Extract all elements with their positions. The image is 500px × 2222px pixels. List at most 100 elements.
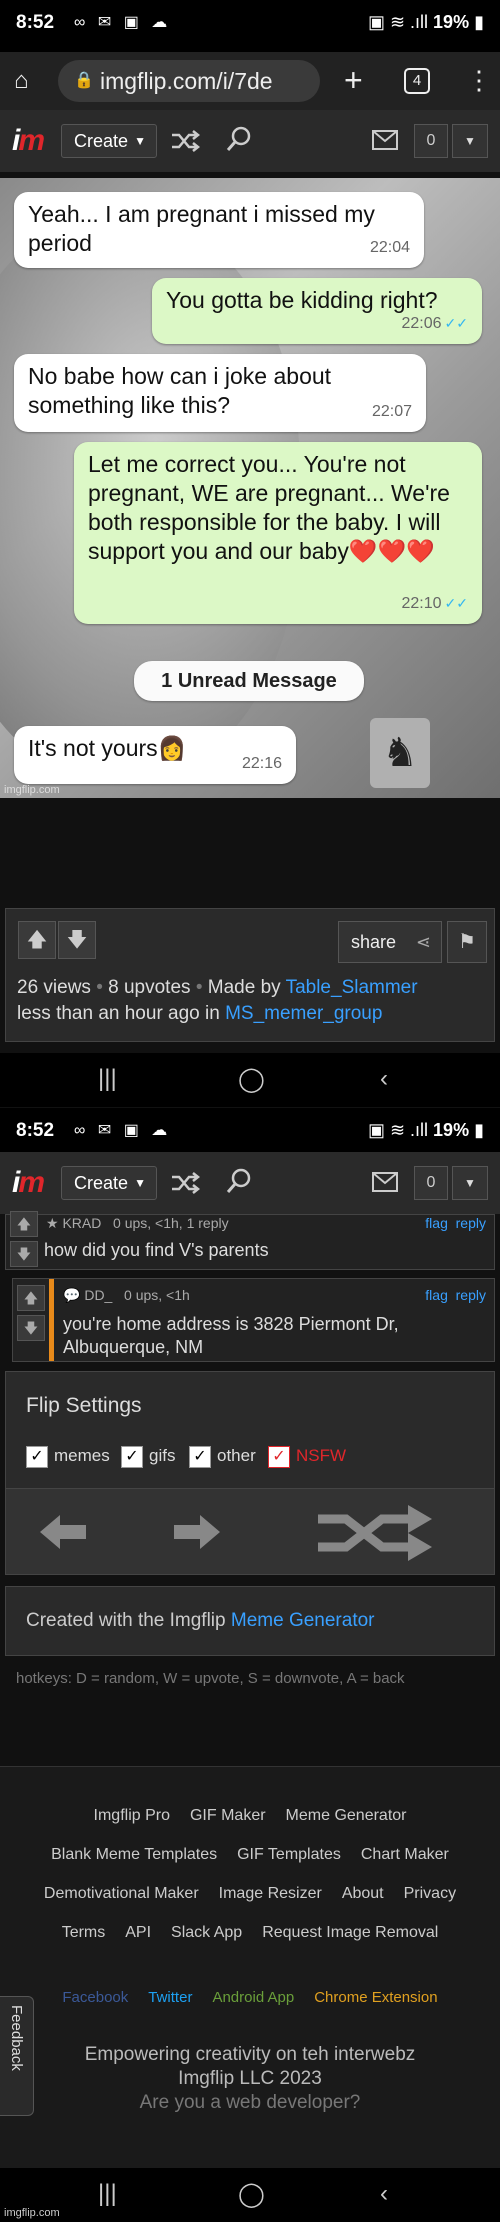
comment-avatar-icon: ★: [46, 1215, 59, 1231]
downvote-arrow-icon[interactable]: 🡇: [10, 1241, 38, 1267]
reply-link[interactable]: reply: [456, 1215, 486, 1231]
memes-checkbox[interactable]: ✓ memes: [26, 1444, 110, 1468]
search-icon[interactable]: [224, 124, 254, 154]
footer-link[interactable]: Meme Generator: [286, 1807, 407, 1824]
battery-icon: ▮: [474, 12, 484, 32]
comment-avatar-icon: 💬: [63, 1287, 81, 1303]
status-right: ▣ ≋ .ıll 19% ▮: [368, 1120, 484, 1141]
flip-settings-title: Flip Settings: [26, 1394, 142, 1417]
footer-link[interactable]: Slack App: [171, 1924, 242, 1941]
message-text: Yeah... I am pregnant i missed my period: [28, 201, 375, 256]
notification-icons: ∞ ✉ ▣ ☁: [74, 1122, 172, 1139]
footer-link[interactable]: GIF Maker: [190, 1807, 266, 1824]
create-dropdown[interactable]: Create ▼: [61, 1166, 157, 1200]
shuffle-icon[interactable]: [170, 126, 200, 156]
home-icon[interactable]: ⌂: [14, 67, 42, 95]
comment-1: 🡅 🡇 ★ KRAD 0 ups, <1h, 1 reply flag repl…: [5, 1211, 495, 1270]
address-bar[interactable]: 🔒 imgflip.com/i/7de: [58, 60, 320, 102]
user-menu-button[interactable]: ▼: [452, 124, 488, 158]
android-app-link[interactable]: Android App: [212, 1989, 294, 2006]
flag-link[interactable]: flag: [425, 1215, 448, 1231]
checkbox-label: NSFW: [296, 1446, 347, 1465]
stream-link[interactable]: MS_memer_group: [225, 1003, 382, 1024]
create-dropdown[interactable]: Create ▼: [61, 124, 157, 158]
comment-stats: 0 ups, <1h, 1 reply: [113, 1215, 229, 1231]
checkbox-label: gifs: [149, 1446, 176, 1465]
reply-link[interactable]: reply: [456, 1287, 486, 1303]
facebook-link[interactable]: Facebook: [62, 1989, 128, 2006]
share-button[interactable]: share ⋖: [338, 921, 442, 963]
random-shuffle-icon[interactable]: [318, 1505, 434, 1561]
op-highlight-bar: [49, 1279, 54, 1361]
downvote-arrow-icon[interactable]: 🡇: [17, 1315, 45, 1341]
footer-link[interactable]: Chart Maker: [361, 1846, 449, 1863]
battery-icon: ▮: [474, 1120, 484, 1140]
comment-user[interactable]: DD_: [84, 1287, 112, 1303]
url-text: imgflip.com/i/7de: [100, 68, 273, 94]
upvotes-count: 8 upvotes: [108, 977, 191, 998]
footer-link[interactable]: Image Resizer: [219, 1885, 322, 1902]
browser-toolbar: ⌂ 🔒 imgflip.com/i/7de + 4 ⋮: [0, 52, 500, 110]
footer-link[interactable]: Terms: [62, 1924, 106, 1941]
home-nav-icon[interactable]: ◯: [238, 2180, 265, 2209]
tab-switcher-button[interactable]: 4: [404, 68, 430, 94]
recent-apps-icon[interactable]: |||: [98, 2180, 117, 2208]
feedback-tab[interactable]: Feedback: [0, 1996, 34, 2116]
user-menu-button[interactable]: ▼: [452, 1166, 488, 1200]
upvote-arrow-icon[interactable]: 🡅: [17, 1285, 45, 1311]
comment-actions: flag reply: [425, 1215, 486, 1231]
new-tab-button[interactable]: +: [344, 62, 363, 98]
share-label: share: [351, 932, 397, 952]
comment-text: how did you find V's parents: [44, 1240, 269, 1260]
chrome-extension-link[interactable]: Chrome Extension: [314, 1989, 437, 2006]
comment-meta: 💬 DD_ 0 ups, <1h: [63, 1287, 190, 1304]
meme-image: Yeah... I am pregnant i missed my period…: [0, 178, 500, 798]
notification-count[interactable]: 0: [414, 124, 448, 158]
footer-link[interactable]: API: [125, 1924, 151, 1941]
comment-user[interactable]: KRAD: [62, 1215, 101, 1231]
checkmark-icon: ✓: [189, 1445, 211, 1468]
chat-bubble-3: No babe how can i joke about something l…: [14, 354, 426, 432]
footer-link[interactable]: Request Image Removal: [262, 1924, 438, 1941]
twitter-link[interactable]: Twitter: [148, 1989, 192, 2006]
notification-count[interactable]: 0: [414, 1166, 448, 1200]
footer-link[interactable]: Demotivational Maker: [44, 1885, 199, 1902]
flag-link[interactable]: flag: [425, 1287, 448, 1303]
footer-link[interactable]: Imgflip Pro: [94, 1807, 170, 1824]
footer-link[interactable]: GIF Templates: [237, 1846, 341, 1863]
next-arrow-icon[interactable]: [170, 1515, 220, 1549]
back-nav-icon[interactable]: ‹: [380, 2180, 388, 2208]
upvote-arrow-icon[interactable]: 🡅: [10, 1211, 38, 1237]
footer-row-4: Terms API Slack App Request Image Removal: [0, 1924, 500, 1942]
comment-actions: flag reply: [425, 1287, 486, 1303]
back-nav-icon[interactable]: ‹: [380, 1065, 388, 1093]
tagline: Empowering creativity on teh interwebz: [84, 2044, 416, 2065]
recent-apps-icon[interactable]: |||: [98, 1065, 117, 1093]
home-nav-icon[interactable]: ◯: [238, 1065, 265, 1094]
mail-icon[interactable]: [372, 1172, 398, 1192]
footer-row-2: Blank Meme Templates GIF Templates Chart M…: [0, 1846, 500, 1864]
web-developer-link[interactable]: Are you a web developer?: [0, 2091, 500, 2115]
footer-link[interactable]: Privacy: [404, 1885, 456, 1902]
flip-controls: [6, 1488, 494, 1574]
mail-icon[interactable]: [372, 130, 398, 150]
checkbox-label: other: [217, 1446, 256, 1465]
nsfw-checkbox[interactable]: ✓ NSFW: [268, 1444, 346, 1468]
views-count: 26 views: [17, 977, 91, 998]
search-icon[interactable]: [224, 1166, 254, 1196]
meme-generator-link[interactable]: Meme Generator: [231, 1610, 375, 1631]
downvote-arrow-icon[interactable]: 🡇: [58, 921, 96, 959]
footer-link[interactable]: About: [342, 1885, 384, 1902]
footer-link[interactable]: Blank Meme Templates: [51, 1846, 217, 1863]
upvote-arrow-icon[interactable]: 🡅: [18, 921, 56, 959]
battery-level: 19%: [433, 1120, 470, 1140]
shuffle-icon[interactable]: [170, 1168, 200, 1198]
imgflip-logo[interactable]: im: [12, 1166, 45, 1200]
browser-menu-icon[interactable]: ⋮: [466, 64, 492, 96]
gifs-checkbox[interactable]: ✓ gifs: [121, 1444, 175, 1468]
flag-button[interactable]: ⚑: [447, 921, 487, 963]
previous-arrow-icon[interactable]: [40, 1515, 90, 1549]
imgflip-logo[interactable]: im: [12, 124, 45, 158]
author-link[interactable]: Table_Slammer: [286, 977, 418, 998]
other-checkbox[interactable]: ✓ other: [189, 1444, 256, 1468]
